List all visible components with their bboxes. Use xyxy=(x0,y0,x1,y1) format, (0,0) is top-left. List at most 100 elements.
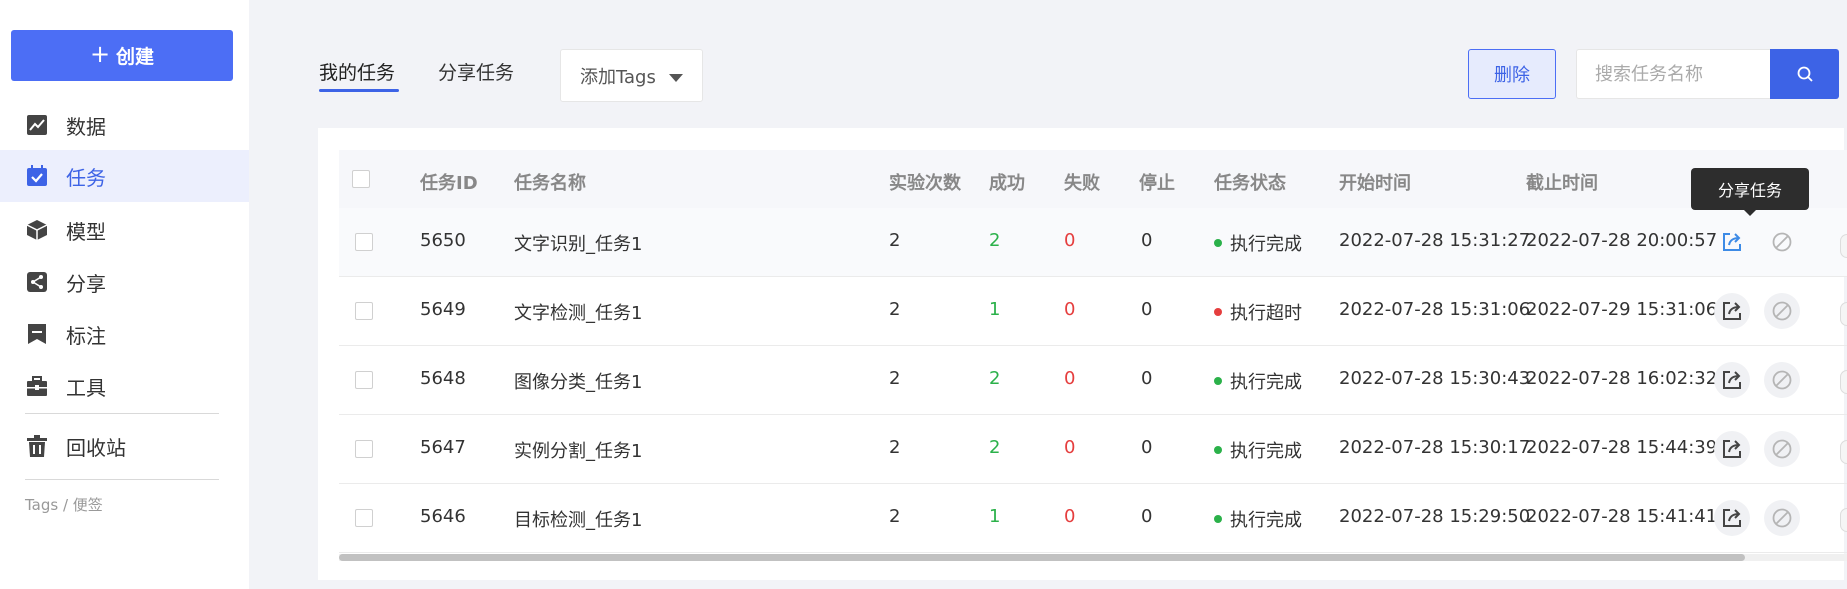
end-time-cell: 2022-07-28 20:00:57 xyxy=(1526,230,1718,251)
task-name-cell: 目标检测_任务1 xyxy=(514,510,643,531)
tab-my-tasks[interactable]: 我的任务 xyxy=(319,58,395,85)
stop-task-button[interactable] xyxy=(1764,362,1800,398)
search-icon xyxy=(1797,66,1813,82)
task-id-cell: 5650 xyxy=(420,230,466,251)
create-label: 创建 xyxy=(116,46,155,68)
share-task-button[interactable] xyxy=(1714,431,1750,467)
stop-count-cell: 0 xyxy=(1141,437,1153,458)
share-task-button[interactable] xyxy=(1714,500,1750,536)
share-task-button[interactable] xyxy=(1714,362,1750,398)
sidebar-item-annotation[interactable]: 标注 xyxy=(0,308,249,360)
status-text: 执行完成 xyxy=(1230,510,1302,531)
row-checkbox[interactable] xyxy=(355,371,373,389)
stop-count-cell: 0 xyxy=(1141,368,1153,389)
plus-icon: + xyxy=(89,40,111,68)
disabled-icon xyxy=(1772,232,1792,252)
delete-button[interactable]: 删除 xyxy=(1468,49,1556,99)
share-external-icon xyxy=(1723,302,1741,320)
fixed-column-edge xyxy=(1840,440,1847,464)
sidebar-item-label: 工具 xyxy=(66,375,106,400)
caret-down-icon xyxy=(669,74,683,82)
stop-count-cell: 0 xyxy=(1141,230,1153,251)
runs-cell: 2 xyxy=(889,437,901,458)
fixed-column-edge xyxy=(1840,508,1847,532)
success-count-cell: 2 xyxy=(989,230,1001,251)
sidebar-item-label: 模型 xyxy=(66,219,106,244)
status-cell: 执行完成 xyxy=(1214,230,1302,256)
toolbox-icon xyxy=(26,375,48,397)
sidebar-item-label: 分享 xyxy=(66,271,106,296)
row-checkbox[interactable] xyxy=(355,509,373,527)
stop-task-button[interactable] xyxy=(1764,293,1800,329)
horizontal-scrollbar-thumb[interactable] xyxy=(339,554,1745,561)
start-time-cell: 2022-07-28 15:29:50 xyxy=(1339,506,1531,527)
status-cell: 执行完成 xyxy=(1214,437,1302,463)
header-task-name: 任务名称 xyxy=(514,173,586,194)
disabled-icon xyxy=(1772,508,1792,528)
fail-count-cell: 0 xyxy=(1064,230,1076,251)
runs-cell: 2 xyxy=(889,230,901,251)
sidebar-item-label: 回收站 xyxy=(66,435,126,460)
header-end-time: 截止时间 xyxy=(1526,173,1598,194)
create-button[interactable]: + 创建 xyxy=(11,30,233,81)
disabled-icon xyxy=(1772,301,1792,321)
fixed-column-edge xyxy=(1840,302,1847,326)
header-stop: 停止 xyxy=(1139,173,1175,194)
task-id-cell: 5649 xyxy=(420,299,466,320)
start-time-cell: 2022-07-28 15:30:43 xyxy=(1339,368,1531,389)
search-input[interactable] xyxy=(1576,49,1770,99)
share-external-icon xyxy=(1723,440,1741,458)
sidebar-divider xyxy=(25,479,219,480)
sidebar-item-recycle-bin[interactable]: 回收站 xyxy=(0,420,249,472)
stop-task-button[interactable] xyxy=(1764,431,1800,467)
header-success: 成功 xyxy=(989,173,1025,194)
status-text: 执行完成 xyxy=(1230,372,1302,393)
runs-cell: 2 xyxy=(889,368,901,389)
search-button[interactable] xyxy=(1770,49,1839,99)
share-task-button[interactable] xyxy=(1714,293,1750,329)
share-external-icon xyxy=(1723,509,1741,527)
sidebar-item-tools[interactable]: 工具 xyxy=(0,360,249,412)
sidebar-item-data[interactable]: 数据 xyxy=(0,99,249,151)
status-text: 执行完成 xyxy=(1230,441,1302,462)
fail-count-cell: 0 xyxy=(1064,437,1076,458)
success-count-cell: 1 xyxy=(989,299,1001,320)
calendar-check-icon xyxy=(26,165,48,187)
runs-cell: 2 xyxy=(889,299,901,320)
task-name-cell: 图像分类_任务1 xyxy=(514,372,643,393)
end-time-cell: 2022-07-28 16:02:32 xyxy=(1526,368,1718,389)
tab-shared-tasks[interactable]: 分享任务 xyxy=(438,58,514,85)
task-name-cell: 文字检测_任务1 xyxy=(514,303,643,324)
row-checkbox[interactable] xyxy=(355,440,373,458)
sidebar: + 创建 数据 任务 模型 分享 标注 工具 回收站 Tags / 便签 xyxy=(0,0,249,589)
fixed-column-edge xyxy=(1840,370,1847,394)
start-time-cell: 2022-07-28 15:30:17 xyxy=(1339,437,1531,458)
end-time-cell: 2022-07-28 15:41:41 xyxy=(1526,506,1718,527)
share-task-button[interactable] xyxy=(1714,224,1750,260)
sidebar-item-tasks[interactable]: 任务 xyxy=(0,150,249,202)
sidebar-item-models[interactable]: 模型 xyxy=(0,204,249,256)
select-all-checkbox[interactable] xyxy=(352,170,370,188)
add-tags-select[interactable]: 添加Tags xyxy=(560,49,703,102)
header-task-id: 任务ID xyxy=(420,173,478,194)
row-checkbox[interactable] xyxy=(355,233,373,251)
task-id-cell: 5648 xyxy=(420,368,466,389)
start-time-cell: 2022-07-28 15:31:27 xyxy=(1339,230,1531,251)
success-count-cell: 2 xyxy=(989,368,1001,389)
chart-icon xyxy=(26,114,48,136)
row-checkbox[interactable] xyxy=(355,302,373,320)
stop-task-button[interactable] xyxy=(1764,500,1800,536)
sidebar-item-share[interactable]: 分享 xyxy=(0,256,249,308)
share-external-icon xyxy=(1723,371,1741,389)
fail-count-cell: 0 xyxy=(1064,299,1076,320)
status-dot-icon xyxy=(1214,515,1222,523)
stop-task-button[interactable] xyxy=(1764,224,1800,260)
task-name-cell: 实例分割_任务1 xyxy=(514,441,643,462)
status-dot-icon xyxy=(1214,377,1222,385)
task-id-cell: 5646 xyxy=(420,506,466,527)
cube-icon xyxy=(26,219,48,241)
status-cell: 执行超时 xyxy=(1214,299,1302,325)
runs-cell: 2 xyxy=(889,506,901,527)
status-dot-icon xyxy=(1214,239,1222,247)
header-status: 任务状态 xyxy=(1214,173,1286,194)
